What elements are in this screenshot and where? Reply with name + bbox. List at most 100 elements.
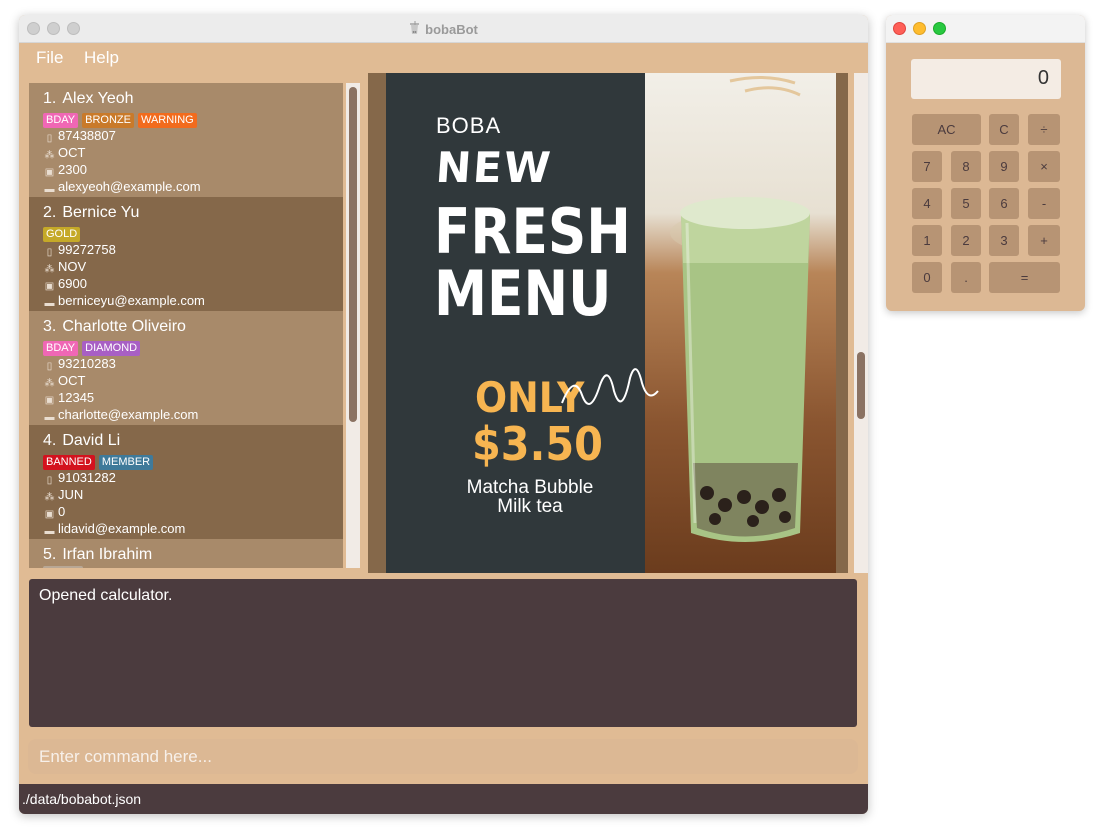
phone-number: 93210283 (58, 356, 116, 371)
image-panel-scrollbar[interactable] (854, 73, 868, 573)
result-text: Opened calculator. (39, 587, 173, 604)
phone-row: ▯ 93210283 (43, 355, 343, 372)
email-row: ▬ lidavid@example.com (43, 520, 343, 537)
calculator-title-bar (886, 15, 1085, 43)
calc-button-divide[interactable]: ÷ (1028, 114, 1060, 145)
tag-badge: BDAY (43, 113, 79, 128)
calc-button-6[interactable]: 6 (989, 188, 1019, 219)
title-bar: bobaBot (19, 15, 868, 43)
tag-badge (43, 566, 83, 568)
calc-button-9[interactable]: 9 (989, 151, 1019, 182)
data-file-path: ./data/bobabot.json (22, 791, 142, 807)
calc-button-0[interactable]: 0 (912, 262, 942, 293)
reward-points: 12345 (58, 390, 95, 405)
squiggle-decoration-icon (561, 368, 659, 405)
tag-row: BANNED MEMBER (43, 452, 343, 470)
email-row: ▬ berniceyu@example.com (43, 292, 343, 309)
email-address: charlotte@example.com (58, 407, 199, 422)
calc-button-decimal[interactable]: . (951, 262, 981, 293)
email-icon: ▬ (44, 298, 55, 309)
calc-button-4[interactable]: 4 (912, 188, 942, 219)
menu-help[interactable]: Help (84, 48, 119, 68)
person-index: 4. (43, 432, 57, 449)
person-card[interactable]: 2. Bernice Yu GOLD ▯ 99272758 ⁂ NOV ▣ 6900 ▬… (29, 197, 343, 311)
person-name: Alex Yeoh (62, 90, 134, 107)
tag-badge: BRONZE (82, 113, 134, 128)
calc-button-subtract[interactable]: - (1028, 188, 1060, 219)
points-row: ▣ 12345 (43, 389, 343, 406)
person-card[interactable]: 5. Irfan Ibrahim (29, 539, 343, 568)
tag-row (43, 566, 343, 568)
person-name-row: 1. Alex Yeoh (43, 88, 343, 109)
person-name: David Li (62, 432, 121, 449)
calculator-display-value: 0 (1037, 67, 1049, 89)
birthday-row: ⁂ OCT (43, 372, 343, 389)
person-list-scrollbar[interactable] (346, 83, 360, 568)
phone-row: ▯ 91031282 (43, 469, 343, 486)
calc-button-multiply[interactable]: × (1028, 151, 1060, 182)
points-row: ▣ 2300 (43, 161, 343, 178)
result-display: Opened calculator. (29, 579, 857, 727)
calc-button-5[interactable]: 5 (951, 188, 981, 219)
calculator-window: 0 AC C ÷ 7 8 9 × 4 5 6 - 1 2 3 + 0 . = (886, 15, 1085, 311)
window-title-container: bobaBot (19, 21, 868, 38)
person-card[interactable]: 4. David Li BANNED MEMBER ▯ 91031282 ⁂ JUN ▣… (29, 425, 343, 539)
email-icon: ▬ (44, 412, 55, 423)
birthday-month: OCT (58, 373, 86, 388)
calc-button-c[interactable]: C (989, 114, 1019, 145)
boba-cup-icon (409, 21, 420, 38)
calculator-zoom-button[interactable] (933, 22, 946, 35)
birthday-row: ⁂ OCT (43, 144, 343, 161)
tag-row: BDAY BRONZE WARNING (43, 110, 343, 128)
menu-bar: File Help (19, 43, 868, 73)
phone-row: ▯ 87438807 (43, 127, 343, 144)
calculator-minimize-button[interactable] (913, 22, 926, 35)
calculator-close-button[interactable] (893, 22, 906, 35)
calc-button-2[interactable]: 2 (951, 225, 981, 256)
person-name-row: 2. Bernice Yu (43, 202, 343, 223)
calc-button-add[interactable]: + (1028, 225, 1060, 256)
tag-badge: MEMBER (98, 455, 154, 470)
menu-file[interactable]: File (36, 48, 63, 68)
points-row: ▣ 6900 (43, 275, 343, 292)
reward-points: 6900 (58, 276, 87, 291)
calc-button-1[interactable]: 1 (912, 225, 942, 256)
birthday-month: OCT (58, 145, 86, 160)
person-name: Bernice Yu (62, 204, 140, 221)
phone-row: ▯ 99272758 (43, 241, 343, 258)
calc-button-8[interactable]: 8 (951, 151, 981, 182)
person-card[interactable]: 3. Charlotte Oliveiro BDAY DIAMOND ▯ 932102… (29, 311, 343, 425)
tag-badge: DIAMOND (82, 341, 141, 356)
reward-points: 0 (58, 504, 66, 519)
tag-badge: BDAY (43, 341, 79, 356)
email-address: alexyeoh@example.com (58, 179, 201, 194)
person-name: Charlotte Oliveiro (62, 318, 186, 335)
person-card[interactable]: 1. Alex Yeoh BDAY BRONZE WARNING ▯ 87438807 … (29, 83, 343, 197)
birthday-row: ⁂ JUN (43, 486, 343, 503)
email-address: lidavid@example.com (58, 521, 186, 536)
calculator-display: 0 (911, 59, 1061, 99)
points-row: ▣ 0 (43, 503, 343, 520)
person-index: 5. (43, 546, 57, 563)
calc-button-7[interactable]: 7 (912, 151, 942, 182)
person-index: 1. (43, 90, 57, 107)
reward-points: 2300 (58, 162, 87, 177)
person-name-row: 5. Irfan Ibrahim (43, 544, 343, 565)
image-panel-scroll-thumb[interactable] (857, 352, 865, 419)
calc-button-equals[interactable]: = (989, 262, 1060, 293)
calc-button-ac[interactable]: AC (912, 114, 981, 145)
tag-badge: GOLD (43, 227, 81, 242)
tag-badge: WARNING (137, 113, 197, 128)
poster-desc-line2: Milk tea (497, 496, 563, 517)
person-index: 2. (43, 204, 57, 221)
person-list-scroll-thumb[interactable] (349, 87, 357, 422)
calc-button-3[interactable]: 3 (989, 225, 1019, 256)
email-icon: ▬ (44, 184, 55, 195)
command-input[interactable] (28, 739, 858, 774)
person-list[interactable]: 1. Alex Yeoh BDAY BRONZE WARNING ▯ 87438807 … (29, 83, 346, 568)
email-address: berniceyu@example.com (58, 293, 205, 308)
main-window: bobaBot File Help 1. Alex Yeoh BDAY BRONZE… (19, 15, 868, 814)
email-icon: ▬ (44, 526, 55, 537)
email-row: ▬ charlotte@example.com (43, 406, 343, 423)
birthday-month: NOV (58, 259, 87, 274)
